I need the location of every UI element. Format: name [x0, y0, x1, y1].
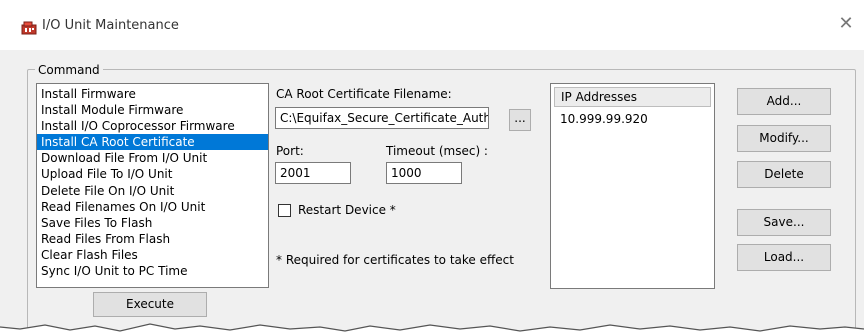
command-item-install-module-firmware[interactable]: Install Module Firmware	[37, 102, 268, 118]
required-note: * Required for certificates to take effe…	[276, 253, 514, 267]
ca-root-filename-label: CA Root Certificate Filename:	[276, 87, 452, 101]
ip-address-list[interactable]: IP Addresses 10.999.99.920	[550, 83, 715, 289]
io-unit-icon	[21, 20, 37, 36]
command-item-install-coprocessor-firmware[interactable]: Install I/O Coprocessor Firmware	[37, 118, 268, 134]
command-item-install-firmware[interactable]: Install Firmware	[37, 86, 268, 102]
save-button[interactable]: Save...	[737, 209, 831, 236]
ip-addresses-column-header[interactable]: IP Addresses	[554, 87, 711, 107]
add-button[interactable]: Add...	[737, 88, 831, 115]
command-item-clear-flash-files[interactable]: Clear Flash Files	[37, 247, 268, 263]
restart-device-checkbox[interactable]	[278, 204, 291, 217]
command-item-save-files-to-flash[interactable]: Save Files To Flash	[37, 215, 268, 231]
close-icon[interactable]: ✕	[836, 14, 856, 34]
load-button[interactable]: Load...	[737, 244, 831, 271]
title-bar: I/O Unit Maintenance ✕	[0, 0, 864, 50]
timeout-label: Timeout (msec) :	[386, 144, 488, 158]
command-item-download-file[interactable]: Download File From I/O Unit	[37, 150, 268, 166]
command-item-install-ca-root-certificate[interactable]: Install CA Root Certificate	[37, 134, 268, 151]
io-unit-maintenance-dialog: I/O Unit Maintenance ✕ Command Install F…	[0, 0, 864, 335]
delete-button[interactable]: Delete	[737, 161, 831, 188]
command-item-delete-file[interactable]: Delete File On I/O Unit	[37, 183, 268, 199]
command-item-upload-file[interactable]: Upload File To I/O Unit	[37, 166, 268, 182]
command-item-read-filenames[interactable]: Read Filenames On I/O Unit	[37, 199, 268, 215]
command-list[interactable]: Install Firmware Install Module Firmware…	[36, 83, 269, 288]
port-label: Port:	[276, 144, 304, 158]
ca-root-filename-field[interactable]: C:\Equifax_Secure_Certificate_Authority.…	[275, 107, 489, 129]
browse-button[interactable]: ...	[509, 109, 531, 131]
command-group-label: Command	[35, 63, 103, 77]
command-item-read-files-from-flash[interactable]: Read Files From Flash	[37, 231, 268, 247]
restart-device-label[interactable]: Restart Device *	[298, 203, 396, 217]
timeout-field[interactable]: 1000	[386, 162, 462, 184]
torn-edge	[0, 323, 864, 335]
modify-button[interactable]: Modify...	[737, 125, 831, 152]
command-item-sync-time[interactable]: Sync I/O Unit to PC Time	[37, 263, 268, 279]
port-field[interactable]: 2001	[275, 162, 351, 184]
ip-address-row[interactable]: 10.999.99.920	[560, 112, 648, 126]
window-title: I/O Unit Maintenance	[42, 18, 179, 33]
